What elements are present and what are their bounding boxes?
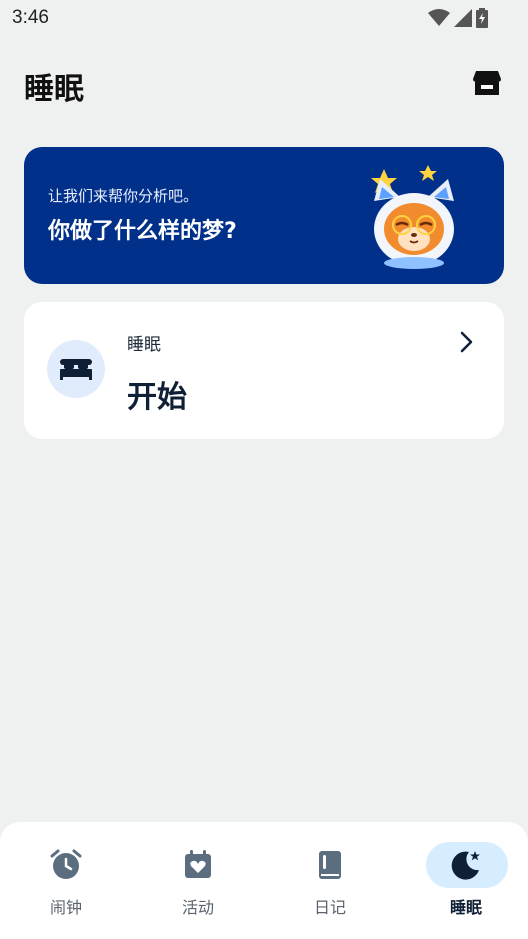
tab-alarm[interactable]: 闹钟 — [0, 822, 132, 939]
alarm-clock-icon — [50, 849, 82, 879]
tab-sleep[interactable]: 睡眠 — [400, 822, 528, 939]
moon-star-icon — [451, 851, 480, 880]
sleeping-cat-mascot-icon — [371, 165, 454, 269]
status-icons — [428, 8, 488, 28]
book-icon — [319, 851, 341, 879]
calendar-heart-icon — [185, 850, 211, 878]
bed-icon-circle — [47, 340, 105, 398]
store-button[interactable] — [472, 68, 502, 98]
tab-sleep-label: 睡眠 — [449, 898, 482, 917]
sleep-start-text: 开始 — [127, 380, 187, 415]
dream-analysis-card[interactable]: 让我们来帮你分析吧。 你做了什么样的梦? — [24, 147, 504, 284]
status-bar: 3:46 — [0, 0, 528, 36]
cell-signal-icon — [454, 9, 472, 27]
tab-diary[interactable]: 日记 — [264, 822, 396, 939]
battery-icon — [476, 8, 488, 28]
bottom-navigation: 闹钟 活动 日记 睡眠 — [0, 822, 528, 939]
tab-alarm-label: 闹钟 — [49, 898, 82, 917]
dream-card-title: 你做了什么样的梦? — [48, 219, 237, 244]
status-time: 3:46 — [12, 7, 49, 28]
store-icon — [473, 71, 501, 95]
tab-diary-label: 日记 — [313, 898, 346, 917]
bed-icon — [60, 359, 92, 380]
sleep-start-card[interactable]: 睡眠 开始 — [24, 302, 504, 439]
dream-card-subtitle: 让我们来帮你分析吧。 — [48, 187, 199, 205]
page-title: 睡眠 — [24, 72, 84, 107]
tab-activity-label: 活动 — [181, 898, 214, 917]
wifi-icon — [428, 9, 450, 26]
chevron-right-icon[interactable] — [456, 330, 476, 354]
tab-activity[interactable]: 活动 — [132, 822, 264, 939]
sleep-label: 睡眠 — [127, 335, 161, 355]
